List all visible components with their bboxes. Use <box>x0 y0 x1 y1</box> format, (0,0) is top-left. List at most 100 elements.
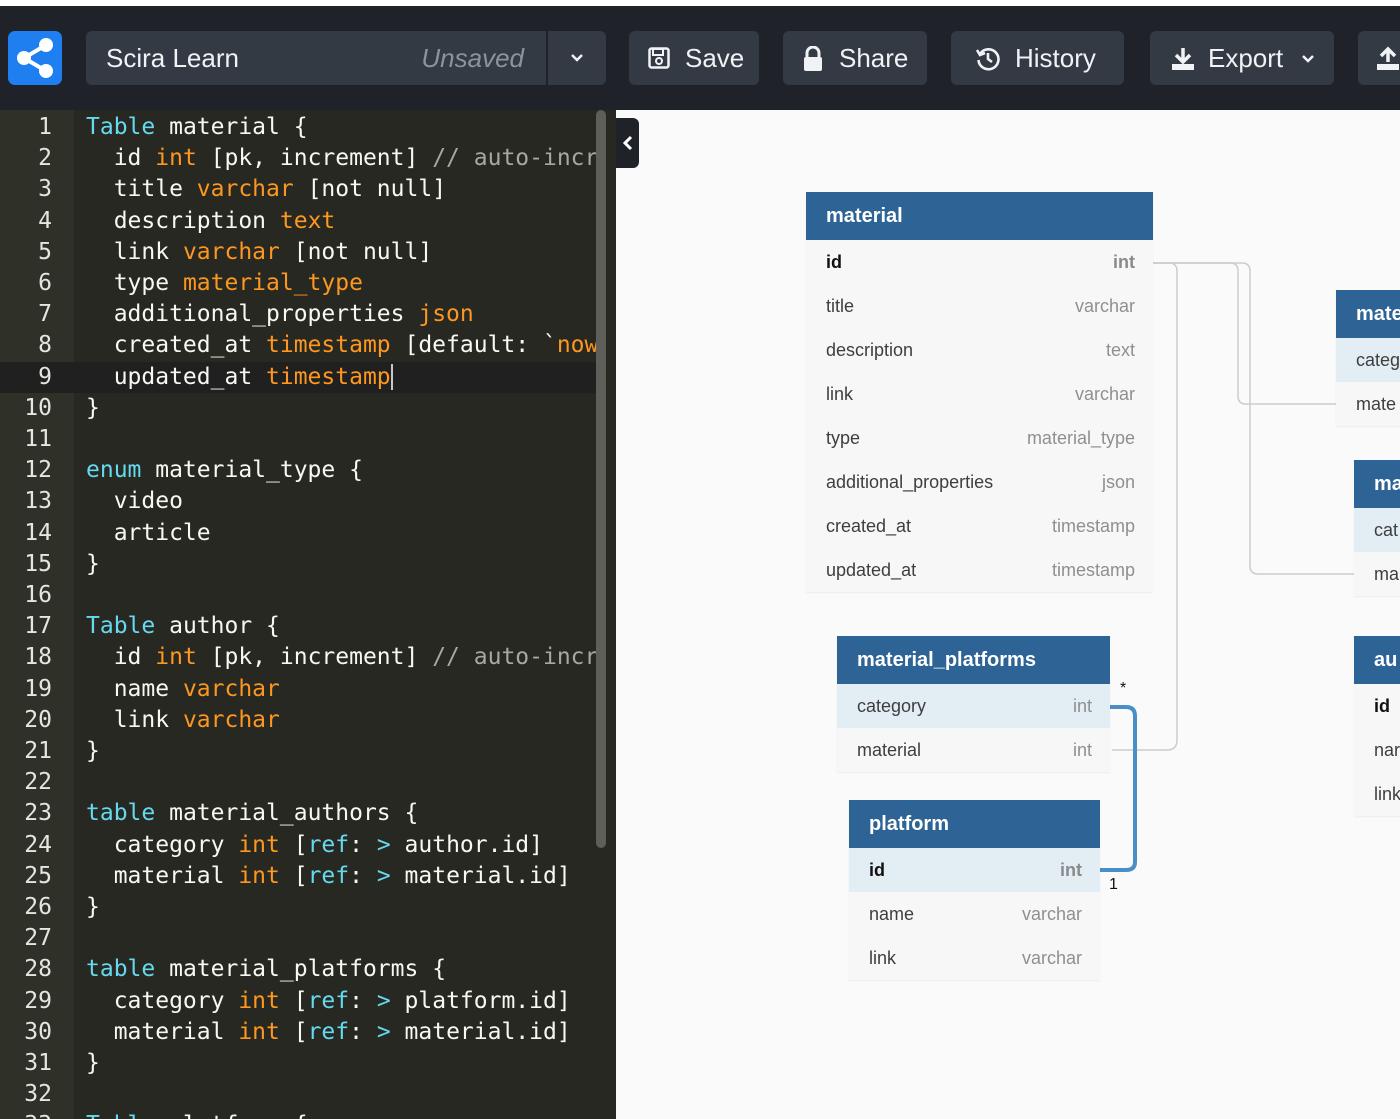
field-row[interactable]: nar <box>1354 728 1400 772</box>
field-row[interactable]: typematerial_type <box>806 416 1153 460</box>
field-row[interactable]: materialint <box>837 728 1110 772</box>
code-line[interactable]: 33Table platform { <box>0 1110 600 1119</box>
field-row[interactable]: linkvarchar <box>849 936 1100 980</box>
code-line[interactable]: 2 id int [pk, increment] // auto-incr <box>0 143 600 174</box>
field-name: description <box>826 328 913 372</box>
code-text: id int [pk, increment] // auto-incr <box>86 143 598 174</box>
history-icon <box>975 46 1001 72</box>
code-line[interactable]: 3 title varchar [not null] <box>0 174 600 205</box>
code-text: article <box>86 518 211 549</box>
code-line[interactable]: 6 type material_type <box>0 268 600 299</box>
app-logo[interactable] <box>8 31 62 85</box>
diagram-canvas[interactable]: material idint titlevarchar descriptiont… <box>616 110 1400 1119</box>
code-line[interactable]: 20 link varchar <box>0 705 600 736</box>
field-row[interactable]: ma <box>1354 552 1400 596</box>
code-line[interactable]: 19 name varchar <box>0 674 600 705</box>
table-header[interactable]: mate <box>1336 290 1400 338</box>
code-line[interactable]: 24 category int [ref: > author.id] <box>0 830 600 861</box>
field-name: id <box>869 848 885 892</box>
collapse-editor-button[interactable] <box>616 118 639 168</box>
line-number: 26 <box>0 892 52 923</box>
table-header[interactable]: material <box>806 192 1153 240</box>
field-row[interactable]: cat <box>1354 508 1400 552</box>
code-line[interactable]: 14 article <box>0 518 600 549</box>
code-line[interactable]: 15} <box>0 549 600 580</box>
field-row[interactable]: mate <box>1336 382 1400 426</box>
code-token: varchar <box>183 707 280 733</box>
field-row[interactable]: additional_propertiesjson <box>806 460 1153 504</box>
code-line[interactable]: 18 id int [pk, increment] // auto-incr <box>0 642 600 673</box>
code-token: text <box>280 208 335 234</box>
field-name: material <box>857 728 921 772</box>
history-button[interactable]: History <box>951 31 1124 85</box>
code-line[interactable]: 4 description text <box>0 206 600 237</box>
code-line[interactable]: 25 material int [ref: > material.id] <box>0 861 600 892</box>
editor-scrollbar[interactable] <box>596 110 606 848</box>
line-number: 14 <box>0 518 52 549</box>
table-platform[interactable]: platform idint namevarchar linkvarchar <box>849 800 1100 980</box>
code-line[interactable]: 21} <box>0 736 600 767</box>
code-editor[interactable]: 1Table material {2 id int [pk, increment… <box>0 110 616 1119</box>
line-number: 29 <box>0 986 52 1017</box>
line-number: 11 <box>0 424 52 455</box>
code-token: } <box>86 395 100 421</box>
table-header[interactable]: platform <box>849 800 1100 848</box>
field-row[interactable]: linkvarchar <box>806 372 1153 416</box>
code-line[interactable]: 13 video <box>0 486 600 517</box>
field-row[interactable]: created_attimestamp <box>806 504 1153 548</box>
project-title-field[interactable]: Scira Learn Unsaved <box>86 31 546 85</box>
table-header[interactable]: au <box>1354 636 1400 684</box>
line-number: 22 <box>0 767 52 798</box>
code-token: ref <box>308 832 350 858</box>
code-line[interactable]: 27 <box>0 923 600 954</box>
field-row[interactable]: titlevarchar <box>806 284 1153 328</box>
code-line[interactable]: 12enum material_type { <box>0 455 600 486</box>
code-line[interactable]: 31} <box>0 1048 600 1079</box>
code-line[interactable]: 7 additional_properties json <box>0 299 600 330</box>
import-button[interactable] <box>1358 31 1400 85</box>
field-type: json <box>1102 460 1135 504</box>
code-line[interactable]: 10} <box>0 393 600 424</box>
line-number: 17 <box>0 611 52 642</box>
table-header[interactable]: material_platforms <box>837 636 1110 684</box>
table-header[interactable]: ma <box>1354 460 1400 508</box>
table-partial-mid[interactable]: ma cat ma <box>1354 460 1400 596</box>
field-row[interactable]: updated_attimestamp <box>806 548 1153 592</box>
code-token: varchar <box>197 176 294 202</box>
save-button[interactable]: Save <box>629 31 759 85</box>
table-material[interactable]: material idint titlevarchar descriptiont… <box>806 192 1153 592</box>
code-line[interactable]: 11 <box>0 424 600 455</box>
table-material-platforms[interactable]: material_platforms categoryint materiali… <box>837 636 1110 772</box>
code-token: : <box>349 988 377 1014</box>
code-line[interactable]: 1Table material { <box>0 112 600 143</box>
field-name: created_at <box>826 504 911 548</box>
code-line[interactable]: 16 <box>0 580 600 611</box>
field-row[interactable]: namevarchar <box>849 892 1100 936</box>
code-line[interactable]: 30 material int [ref: > material.id] <box>0 1017 600 1048</box>
code-line[interactable]: 28table material_platforms { <box>0 954 600 985</box>
field-row[interactable]: idint <box>849 848 1100 892</box>
table-partial-top[interactable]: mate categ mate <box>1336 290 1400 426</box>
field-row[interactable]: id <box>1354 684 1400 728</box>
code-line[interactable]: 26} <box>0 892 600 923</box>
code-line[interactable]: 29 category int [ref: > platform.id] <box>0 986 600 1017</box>
share-button[interactable]: Share <box>783 31 927 85</box>
code-line[interactable]: 5 link varchar [not null] <box>0 237 600 268</box>
field-row[interactable]: categoryint <box>837 684 1110 728</box>
code-line[interactable]: 23table material_authors { <box>0 798 600 829</box>
project-menu-button[interactable] <box>548 31 606 85</box>
code-line[interactable]: 8 created_at timestamp [default: `now <box>0 330 600 361</box>
export-button[interactable]: Export <box>1150 31 1334 85</box>
code-line[interactable]: 22 <box>0 767 600 798</box>
field-row[interactable]: descriptiontext <box>806 328 1153 372</box>
code-line[interactable]: 32 <box>0 1079 600 1110</box>
code-line[interactable]: 17Table author { <box>0 611 600 642</box>
field-row[interactable]: link <box>1354 772 1400 816</box>
code-token: description <box>86 208 280 234</box>
field-row[interactable]: idint <box>806 240 1153 284</box>
field-name: updated_at <box>826 548 916 592</box>
chevron-left-icon <box>621 135 635 151</box>
table-partial-bottom[interactable]: au id nar link <box>1354 636 1400 816</box>
code-line[interactable]: 9 updated_at timestamp <box>0 362 600 393</box>
field-row[interactable]: categ <box>1336 338 1400 382</box>
